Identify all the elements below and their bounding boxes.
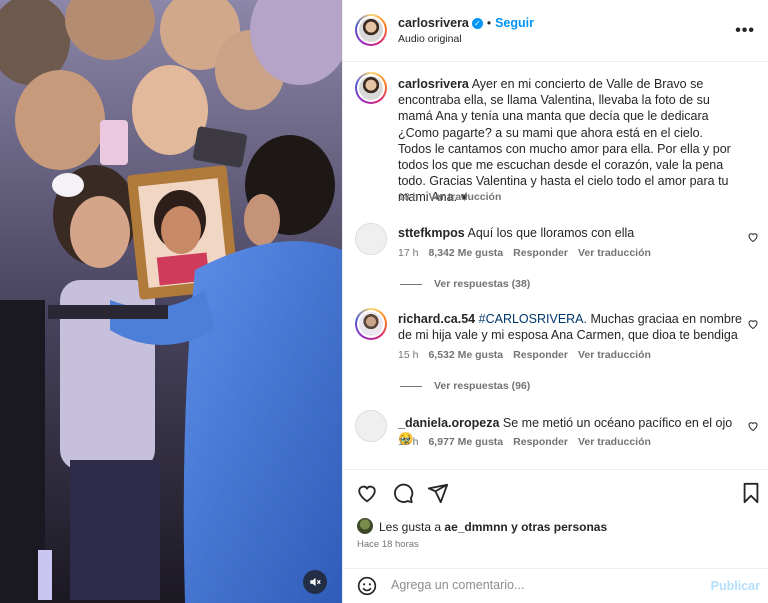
comment-like-heart-icon[interactable] — [747, 318, 759, 330]
mute-icon — [310, 577, 321, 587]
caption-text: Ayer en mi concierto de Valle de Bravo s… — [398, 77, 731, 205]
separator-dot: • — [486, 16, 492, 30]
comment-text: Aquí los que lloramos con ella — [467, 226, 635, 240]
comment-like-heart-icon[interactable] — [747, 420, 759, 432]
author-username[interactable]: carlosrivera — [398, 16, 469, 30]
concert-photo — [0, 0, 342, 603]
comment-time[interactable]: 15 h — [398, 349, 418, 361]
comment-like-heart-icon[interactable] — [747, 231, 759, 243]
reply-button[interactable]: Responder — [513, 247, 568, 259]
comment: sttefkmpos Aquí los que lloramos con ell… — [398, 225, 748, 241]
view-replies-label: Ver respuestas (96) — [434, 380, 531, 392]
reply-button[interactable]: Responder — [513, 349, 568, 361]
bookmark-icon[interactable] — [740, 482, 762, 504]
comment-likes[interactable]: 6,977 Me gusta — [428, 436, 503, 448]
more-options-icon[interactable]: ••• — [735, 22, 755, 40]
comment-meta: 18 h 6,977 Me gusta Responder Ver traducció… — [398, 436, 661, 448]
likes-summary: Les gusta a ae_dmmnn y otras personas — [379, 520, 607, 534]
comment-bar: Publicar — [343, 568, 768, 603]
follow-button[interactable]: Seguir — [495, 16, 534, 30]
share-icon[interactable] — [427, 482, 449, 504]
translate-button[interactable]: Ver traducción — [578, 436, 651, 448]
comment-likes[interactable]: 6,532 Me gusta — [428, 349, 503, 361]
author-line: carlosrivera ✓ • Seguir — [398, 14, 534, 32]
author-avatar[interactable] — [355, 14, 387, 46]
translate-button[interactable]: Ver traducción — [578, 247, 651, 259]
comment-meta: 17 h 8,342 Me gusta Responder Ver traducció… — [398, 247, 661, 259]
verified-badge-icon: ✓ — [471, 18, 483, 29]
instagram-post-view: carlosrivera ✓ • Seguir Audio original ••• … — [0, 0, 768, 603]
comment-time[interactable]: 18 h — [398, 436, 418, 448]
comment-username[interactable]: richard.ca.54 — [398, 312, 475, 326]
post-side-panel: carlosrivera ✓ • Seguir Audio original ••• … — [342, 0, 768, 603]
comment-username[interactable]: _daniela.oropeza — [398, 416, 499, 430]
caption-username[interactable]: carlosrivera — [398, 77, 469, 91]
comment-avatar[interactable] — [355, 410, 387, 442]
comment: richard.ca.54 #CARLOSRIVERA. Muchas grac… — [398, 311, 748, 343]
comment-likes[interactable]: 8,342 Me gusta — [428, 247, 503, 259]
comment-icon[interactable] — [392, 482, 414, 504]
publish-button[interactable]: Publicar — [711, 579, 760, 593]
likes-prefix: Les gusta a — [379, 520, 442, 534]
caption-avatar[interactable] — [355, 72, 387, 104]
liker-avatar[interactable] — [357, 518, 373, 534]
heart-icon[interactable] — [356, 482, 378, 504]
caption-meta: 18 h Ver traducción — [398, 191, 511, 203]
comment-username[interactable]: sttefkmpos — [398, 226, 465, 240]
audio-label[interactable]: Audio original — [398, 33, 462, 45]
reply-button[interactable]: Responder — [513, 436, 568, 448]
post-actions: Les gusta a ae_dmmnn y otras personas Ha… — [343, 469, 768, 570]
comment-avatar[interactable] — [355, 308, 387, 340]
comment-meta: 15 h 6,532 Me gusta Responder Ver traducció… — [398, 349, 661, 361]
caption-time[interactable]: 18 h — [398, 191, 418, 203]
comment-time[interactable]: 17 h — [398, 247, 418, 259]
comment-input[interactable] — [391, 578, 691, 592]
view-replies-label: Ver respuestas (38) — [434, 278, 531, 290]
emoji-icon[interactable] — [357, 576, 377, 596]
post-header: carlosrivera ✓ • Seguir Audio original ••• — [343, 0, 768, 62]
translate-button[interactable]: Ver traducción — [578, 349, 651, 361]
view-replies-button[interactable]: Ver respuestas (38) — [400, 278, 530, 290]
liker-username[interactable]: ae_dmmnn — [444, 520, 507, 534]
post-video[interactable] — [0, 0, 342, 603]
caption-translate[interactable]: Ver traducción — [428, 191, 501, 203]
mute-button[interactable] — [303, 570, 327, 594]
caption: carlosrivera Ayer en mi concierto de Val… — [398, 76, 738, 206]
comment-avatar[interactable] — [355, 223, 387, 255]
view-replies-button[interactable]: Ver respuestas (96) — [400, 380, 530, 392]
likes-others[interactable]: y otras personas — [511, 520, 607, 534]
posted-time[interactable]: Hace 18 horas — [357, 539, 419, 550]
hashtag-link[interactable]: #CARLOSRIVERA. — [479, 312, 587, 326]
